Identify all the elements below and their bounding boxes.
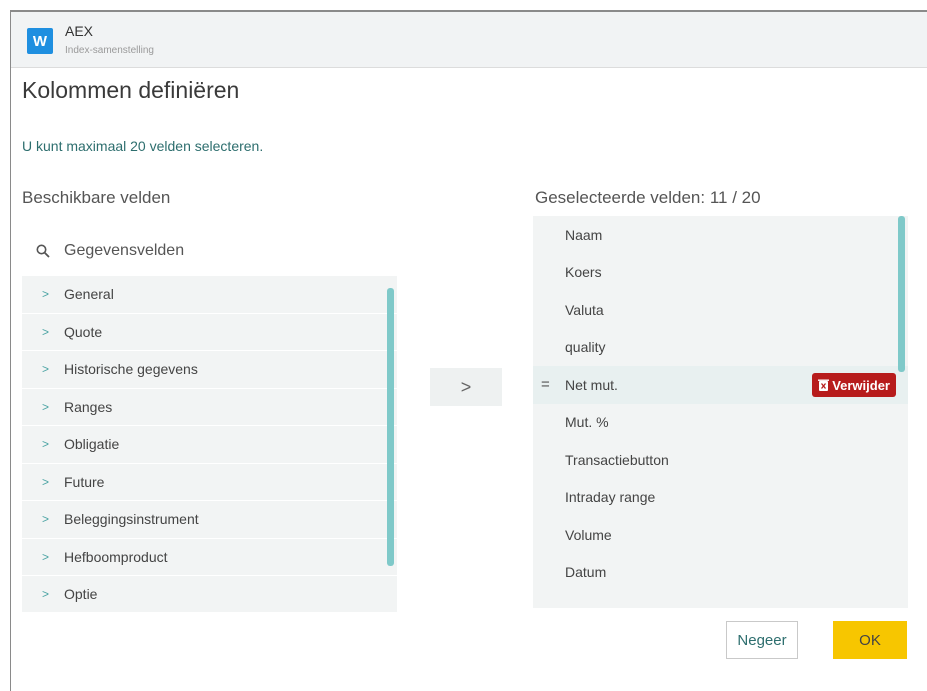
chevron-right-icon: > bbox=[42, 399, 50, 414]
available-field-item[interactable]: > General bbox=[22, 276, 397, 314]
selected-field-label: Intraday range bbox=[565, 489, 656, 506]
dialog-title: Kolommen definiëren bbox=[22, 77, 240, 103]
remove-button-label: Verwijder bbox=[832, 377, 890, 393]
drag-handle-icon[interactable]: = bbox=[541, 376, 550, 393]
chevron-right-icon: > bbox=[42, 362, 50, 377]
app-title: AEX bbox=[65, 23, 94, 39]
selected-field-label: Valuta bbox=[565, 301, 604, 318]
available-field-item[interactable]: > Obligatie bbox=[22, 426, 397, 464]
selected-field-label: Net mut. bbox=[565, 376, 618, 393]
selected-field-label: Koers bbox=[565, 264, 602, 281]
available-field-label: Beleggingsinstrument bbox=[64, 511, 199, 528]
chevron-right-icon: > bbox=[42, 549, 50, 564]
available-field-label: Historische gegevens bbox=[64, 361, 198, 378]
available-fields-label: Beschikbare velden bbox=[22, 188, 171, 207]
selected-field-item[interactable]: Mut. % bbox=[533, 404, 908, 442]
selected-field-item[interactable]: Intraday range bbox=[533, 479, 908, 517]
selected-field-label: Mut. % bbox=[565, 414, 609, 431]
selected-field-item[interactable]: Koers bbox=[533, 254, 908, 292]
selected-field-label: Naam bbox=[565, 226, 603, 243]
selected-field-label: quality bbox=[565, 339, 606, 356]
available-field-label: Ranges bbox=[64, 398, 113, 415]
search-icon bbox=[36, 244, 50, 258]
info-text: U kunt maximaal 20 velden selecteren. bbox=[22, 138, 264, 154]
ignore-button[interactable]: Negeer bbox=[726, 621, 798, 659]
selected-field-label: Datum bbox=[565, 564, 607, 581]
available-field-item[interactable]: > Future bbox=[22, 464, 397, 501]
selected-list-scrollbar[interactable] bbox=[898, 216, 905, 372]
available-field-label: Quote bbox=[64, 323, 103, 340]
selected-field-label: Volume bbox=[565, 526, 612, 543]
app-logo-icon: W bbox=[27, 28, 53, 54]
available-fields-list: > General > Quote > Historische gegevens > Rang… bbox=[22, 276, 397, 612]
available-list-scrollbar[interactable] bbox=[387, 288, 394, 566]
chevron-right-icon: > bbox=[42, 287, 50, 302]
available-field-item[interactable]: > Optie bbox=[22, 576, 397, 612]
selected-fields-label: Geselecteerde velden: 11 / 20 bbox=[535, 188, 761, 207]
move-right-button[interactable]: > bbox=[430, 368, 502, 406]
selected-field-label: Transactiebutton bbox=[565, 451, 669, 468]
available-field-item[interactable]: > Historische gegevens bbox=[22, 351, 397, 389]
available-field-label: General bbox=[64, 286, 114, 303]
chevron-right-icon: > bbox=[42, 587, 50, 602]
chevron-right-icon: > bbox=[42, 324, 50, 339]
available-field-item[interactable]: > Hefboomproduct bbox=[22, 539, 397, 576]
available-field-label: Future bbox=[64, 473, 105, 490]
chevron-right-icon: > bbox=[42, 437, 50, 452]
selected-fields-list: Naam Koers Valuta quality = Net mut. Verwijder… bbox=[533, 216, 908, 608]
available-field-item[interactable]: > Ranges bbox=[22, 389, 397, 426]
selected-field-item[interactable]: Volume bbox=[533, 516, 908, 554]
remove-button[interactable]: Verwijder bbox=[812, 373, 896, 397]
selected-field-item[interactable]: Datum bbox=[533, 554, 908, 592]
available-field-item[interactable]: > Beleggingsinstrument bbox=[22, 501, 397, 539]
search-input[interactable] bbox=[64, 238, 364, 264]
app-subtitle: Index-samenstelling bbox=[65, 45, 154, 56]
available-field-label: Obligatie bbox=[64, 436, 120, 453]
available-field-item[interactable]: > Quote bbox=[22, 314, 397, 351]
trash-icon bbox=[818, 379, 830, 391]
available-field-label: Hefboomproduct bbox=[64, 548, 168, 565]
selected-field-item[interactable]: Valuta bbox=[533, 291, 908, 329]
selected-field-item[interactable]: quality bbox=[533, 329, 908, 367]
selected-field-item[interactable]: Transactiebutton bbox=[533, 441, 908, 479]
chevron-right-icon: > bbox=[42, 474, 50, 489]
chevron-right-icon: > bbox=[42, 512, 50, 527]
available-field-label: Optie bbox=[64, 586, 98, 603]
title-bar: W AEX Index-samenstelling bbox=[11, 12, 927, 68]
selected-field-item[interactable]: = Net mut. Verwijder bbox=[533, 366, 908, 404]
selected-field-item[interactable]: Naam bbox=[533, 216, 908, 254]
ok-button[interactable]: OK bbox=[833, 621, 907, 659]
